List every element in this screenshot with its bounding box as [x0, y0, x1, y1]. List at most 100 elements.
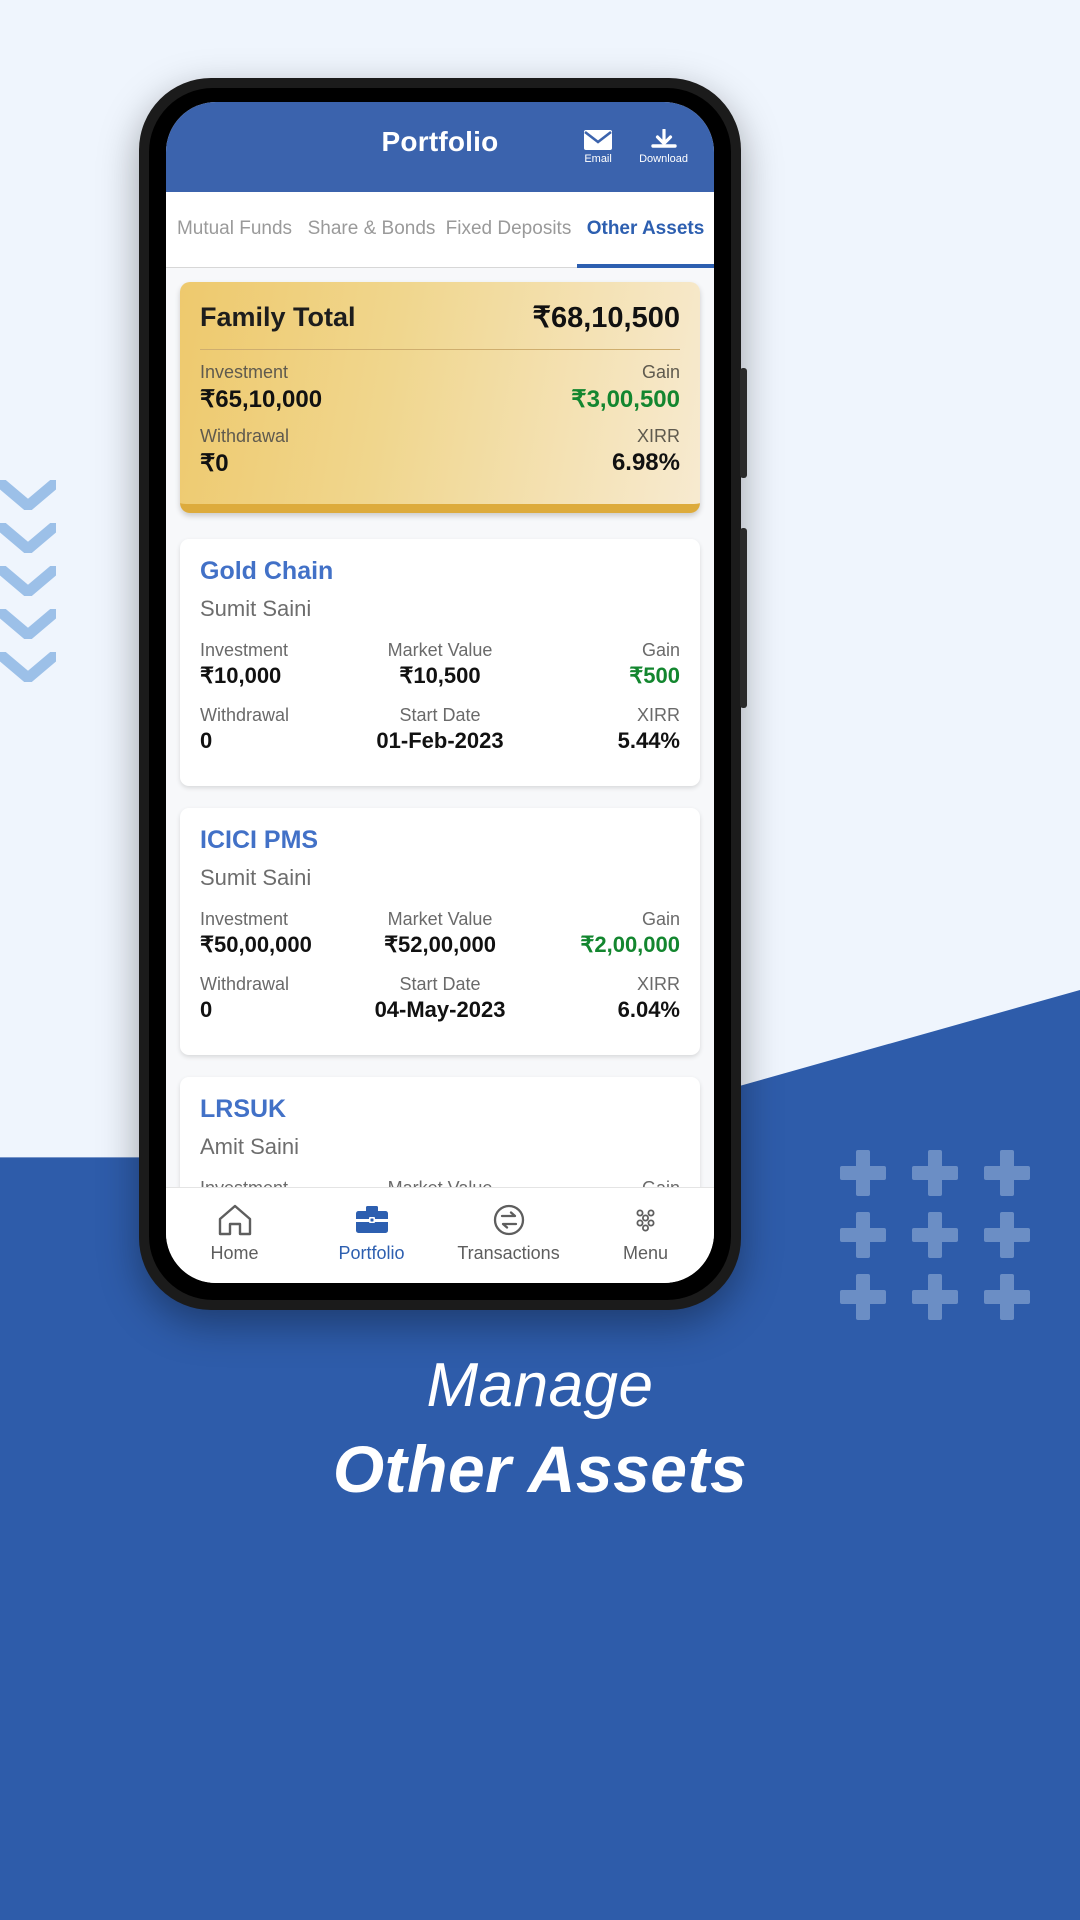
tab-other-assets[interactable]: Other Assets — [577, 192, 714, 268]
asset-name[interactable]: LRSUK — [200, 1095, 680, 1124]
download-icon — [650, 129, 677, 148]
plus-decoration-grid — [840, 1150, 1040, 1320]
family-withdrawal-value: ₹0 — [200, 450, 229, 477]
tab-fixed-deposits[interactable]: Fixed Deposits — [440, 192, 577, 267]
asset-market-value: Market Value ₹10,500 — [360, 640, 520, 689]
asset-withdrawal-value: 0 — [200, 728, 213, 753]
asset-start-date-value: 01-Feb-2023 — [376, 728, 504, 753]
family-total-card: Family Total ₹68,10,500 Investment ₹65,1… — [180, 282, 700, 513]
nav-item-transactions[interactable]: Transactions — [440, 1202, 577, 1264]
asset-investment-value: ₹10,000 — [200, 663, 282, 688]
portfolio-tabs: Mutual Funds Share & Bonds Fixed Deposit… — [166, 192, 714, 268]
chevron-down-icon — [0, 605, 62, 643]
asset-card[interactable]: ICICI PMS Sumit Saini Investment ₹50,00,… — [180, 808, 700, 1055]
asset-gain: Gain ₹2,00,000 — [520, 909, 680, 958]
phone-mockup: Portfolio Email Download Mutual Funds Sh… — [139, 78, 747, 1310]
asset-market-value-label: Market Value — [387, 640, 493, 660]
plus-icon — [840, 1274, 886, 1320]
plus-icon — [840, 1212, 886, 1258]
email-button-label: Email — [584, 153, 612, 165]
transfer-circle-icon — [493, 1204, 524, 1235]
asset-start-date-value: 04-May-2023 — [374, 997, 506, 1022]
download-button-label: Download — [639, 153, 688, 165]
asset-row-primary: Investment ₹50,00,000 Market Value ₹52,0… — [200, 909, 680, 958]
download-button[interactable]: Download — [639, 129, 688, 165]
family-total-row-2: Withdrawal ₹0 XIRR 6.98% — [200, 426, 680, 478]
family-total-amount: ₹68,10,500 — [532, 302, 680, 334]
asset-gain: Gain ₹500 — [520, 640, 680, 689]
nav-item-portfolio[interactable]: Portfolio — [303, 1202, 440, 1264]
chevron-down-icon — [0, 519, 62, 557]
nav-item-home-label: Home — [210, 1242, 259, 1263]
asset-investment-value: ₹50,00,000 — [200, 932, 312, 957]
asset-market-value: Market Value ₹52,00,000 — [360, 909, 520, 958]
nav-item-menu-label: Menu — [622, 1242, 669, 1263]
asset-gain: Gain ₹0 — [520, 1178, 680, 1187]
asset-market-value-value: ₹52,00,000 — [384, 932, 496, 957]
plus-icon — [840, 1150, 886, 1196]
asset-withdrawal-value: 0 — [200, 997, 213, 1022]
asset-start-date-label: Start Date — [399, 974, 481, 994]
asset-market-value-label: Market Value — [388, 1178, 493, 1187]
family-gain-label: Gain — [641, 362, 680, 382]
asset-investment-label: Investment — [200, 909, 289, 929]
promo-text: Manage Other Assets — [0, 1350, 1080, 1507]
bottom-navigation: Home Portfolio Transactions Menu — [166, 1187, 714, 1283]
asset-xirr-value: 5.44% — [617, 728, 680, 753]
promo-line-1: Manage — [426, 1351, 654, 1420]
family-investment-label: Investment — [200, 362, 289, 382]
family-investment: Investment ₹65,10,000 — [200, 362, 322, 414]
asset-market-value: Market Value ₹10,00,000 — [360, 1178, 520, 1187]
asset-name[interactable]: Gold Chain — [200, 557, 680, 586]
asset-list-scroll[interactable]: Family Total ₹68,10,500 Investment ₹65,1… — [166, 268, 714, 1187]
plus-icon — [984, 1150, 1030, 1196]
asset-gain-label: Gain — [642, 1178, 680, 1187]
phone-side-button — [740, 368, 747, 478]
asset-market-value-label: Market Value — [387, 909, 493, 929]
asset-market-value-value: ₹10,500 — [399, 663, 481, 688]
plus-icon — [912, 1150, 958, 1196]
tab-mutual-funds[interactable]: Mutual Funds — [166, 192, 303, 267]
family-investment-value: ₹65,10,000 — [200, 386, 323, 413]
family-total-header: Family Total ₹68,10,500 — [200, 300, 680, 349]
family-xirr-label: XIRR — [636, 426, 680, 446]
asset-xirr: XIRR 5.44% — [520, 705, 680, 754]
asset-withdrawal-label: Withdrawal — [200, 974, 290, 994]
asset-row-primary: Investment ₹10,000 Market Value ₹10,500 … — [200, 640, 680, 689]
nav-item-transactions-label: Transactions — [457, 1242, 560, 1263]
chevron-down-icon — [0, 562, 62, 600]
asset-start-date-label: Start Date — [399, 705, 481, 725]
family-total-title: Family Total — [200, 302, 356, 332]
plus-icon — [912, 1212, 958, 1258]
asset-xirr-label: XIRR — [636, 974, 680, 994]
tab-share-bonds[interactable]: Share & Bonds — [303, 192, 440, 267]
asset-card[interactable]: LRSUK Amit Saini Investment ₹10,00,000 M… — [180, 1077, 700, 1187]
nav-item-home[interactable]: Home — [166, 1202, 303, 1264]
email-button[interactable]: Email — [583, 129, 613, 165]
asset-start-date: Start Date 04-May-2023 — [360, 974, 520, 1023]
asset-owner: Amit Saini — [200, 1134, 300, 1159]
asset-investment: Investment ₹50,00,000 — [200, 909, 360, 958]
nav-item-menu[interactable]: Menu — [577, 1202, 714, 1264]
asset-owner: Sumit Saini — [200, 865, 312, 890]
asset-investment-label: Investment — [200, 1178, 360, 1187]
asset-card[interactable]: Gold Chain Sumit Saini Investment ₹10,00… — [180, 539, 700, 786]
asset-gain-value: ₹2,00,000 — [580, 932, 680, 957]
envelope-icon — [584, 130, 613, 150]
family-xirr: XIRR 6.98% — [612, 426, 680, 478]
asset-gain-label: Gain — [641, 640, 680, 660]
asset-withdrawal: Withdrawal 0 — [200, 974, 360, 1023]
app-header: Portfolio Email Download — [166, 102, 714, 192]
dots-menu-icon — [635, 1208, 654, 1231]
asset-withdrawal-label: Withdrawal — [200, 705, 290, 725]
asset-name[interactable]: ICICI PMS — [200, 826, 680, 855]
divider — [200, 349, 680, 350]
asset-gain-label: Gain — [641, 909, 680, 929]
asset-investment: Investment ₹10,00,000 — [200, 1178, 360, 1187]
asset-start-date: Start Date 01-Feb-2023 — [360, 705, 520, 754]
phone-side-button — [740, 528, 747, 708]
chevron-down-icon — [0, 648, 62, 686]
family-withdrawal-label: Withdrawal — [200, 426, 290, 446]
asset-row-secondary: Withdrawal 0 Start Date 04-May-2023 XIRR… — [200, 974, 680, 1023]
asset-investment: Investment ₹10,000 — [200, 640, 360, 689]
